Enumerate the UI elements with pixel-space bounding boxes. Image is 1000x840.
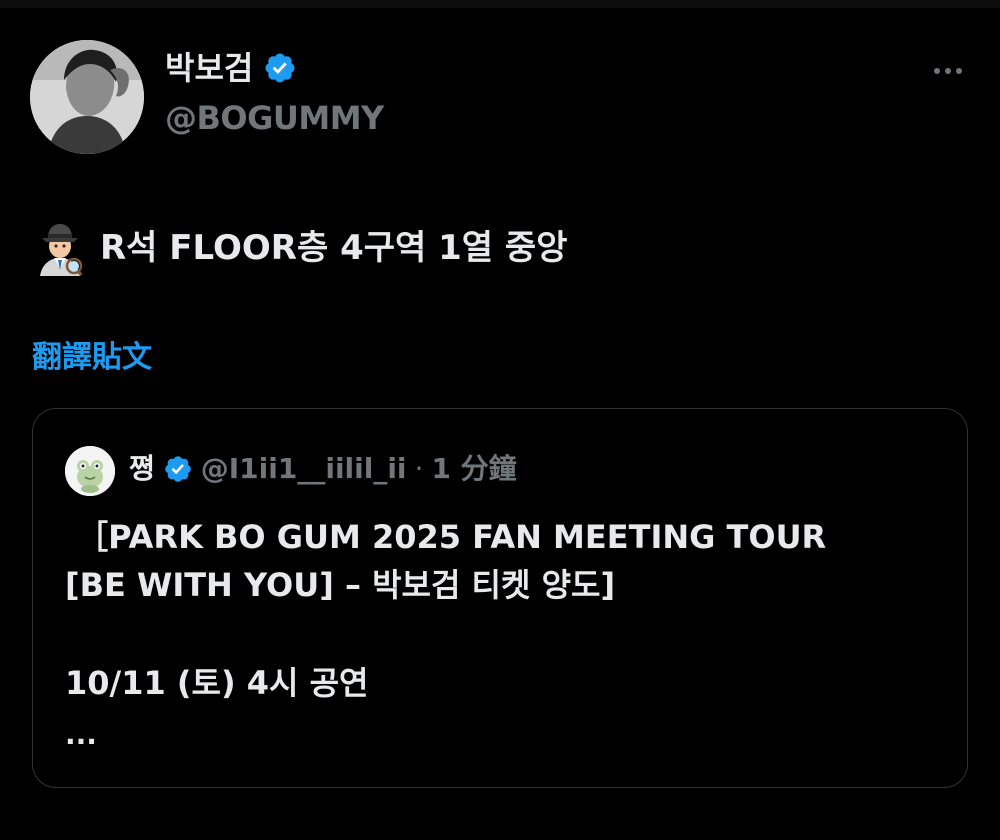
more-horizontal-icon-dot xyxy=(945,68,951,74)
quoted-author-name[interactable]: 쪙 xyxy=(129,447,155,491)
more-horizontal-icon xyxy=(934,68,940,74)
tweet-text: R석 FLOOR층 4구역 1열 중앙 xyxy=(100,228,568,268)
detective-emoji-icon xyxy=(40,224,83,276)
author-display-name[interactable]: 박보검 xyxy=(165,48,253,88)
quoted-author-avatar[interactable] xyxy=(65,446,115,496)
more-options-button[interactable] xyxy=(924,56,972,86)
quoted-tweet-text-line: ［PARK BO GUM 2025 FAN MEETING TOUR xyxy=(65,518,827,556)
translate-post-link[interactable]: 翻譯貼文 xyxy=(32,338,152,378)
profile-photo-image xyxy=(30,40,144,154)
tweet-body: R석 FLOOR층 4구역 1열 중앙 xyxy=(32,220,567,276)
quoted-tweet-header: 쪙 @I1ii1__iilil_ii · 1 分鐘 xyxy=(129,447,517,491)
author-name-row[interactable]: 박보검 xyxy=(165,48,297,88)
quoted-tweet-timestamp[interactable]: 1 分鐘 xyxy=(431,447,516,491)
quoted-author-handle[interactable]: @I1ii1__iilil_ii xyxy=(201,447,407,491)
author-avatar[interactable] xyxy=(30,40,144,154)
separator-dot: · xyxy=(414,452,424,485)
quoted-tweet-card[interactable]: 쪙 @I1ii1__iilil_ii · 1 分鐘 ［PARK BO GUM 2… xyxy=(32,408,968,788)
quoted-tweet-text-line: [BE WITH YOU] – 박보검 티켓 양도] xyxy=(65,566,616,604)
quoted-tweet-text-line: 10/11 (토) 4시 공연 xyxy=(65,664,369,702)
top-edge-strip xyxy=(0,0,1000,8)
truncation-ellipsis: ... xyxy=(65,718,97,751)
verified-badge-icon xyxy=(265,53,295,83)
author-handle[interactable]: @BOGUMMY xyxy=(165,98,384,138)
more-horizontal-icon-dot xyxy=(956,68,962,74)
frog-avatar-icon xyxy=(65,446,115,496)
verified-badge-icon xyxy=(164,456,191,482)
